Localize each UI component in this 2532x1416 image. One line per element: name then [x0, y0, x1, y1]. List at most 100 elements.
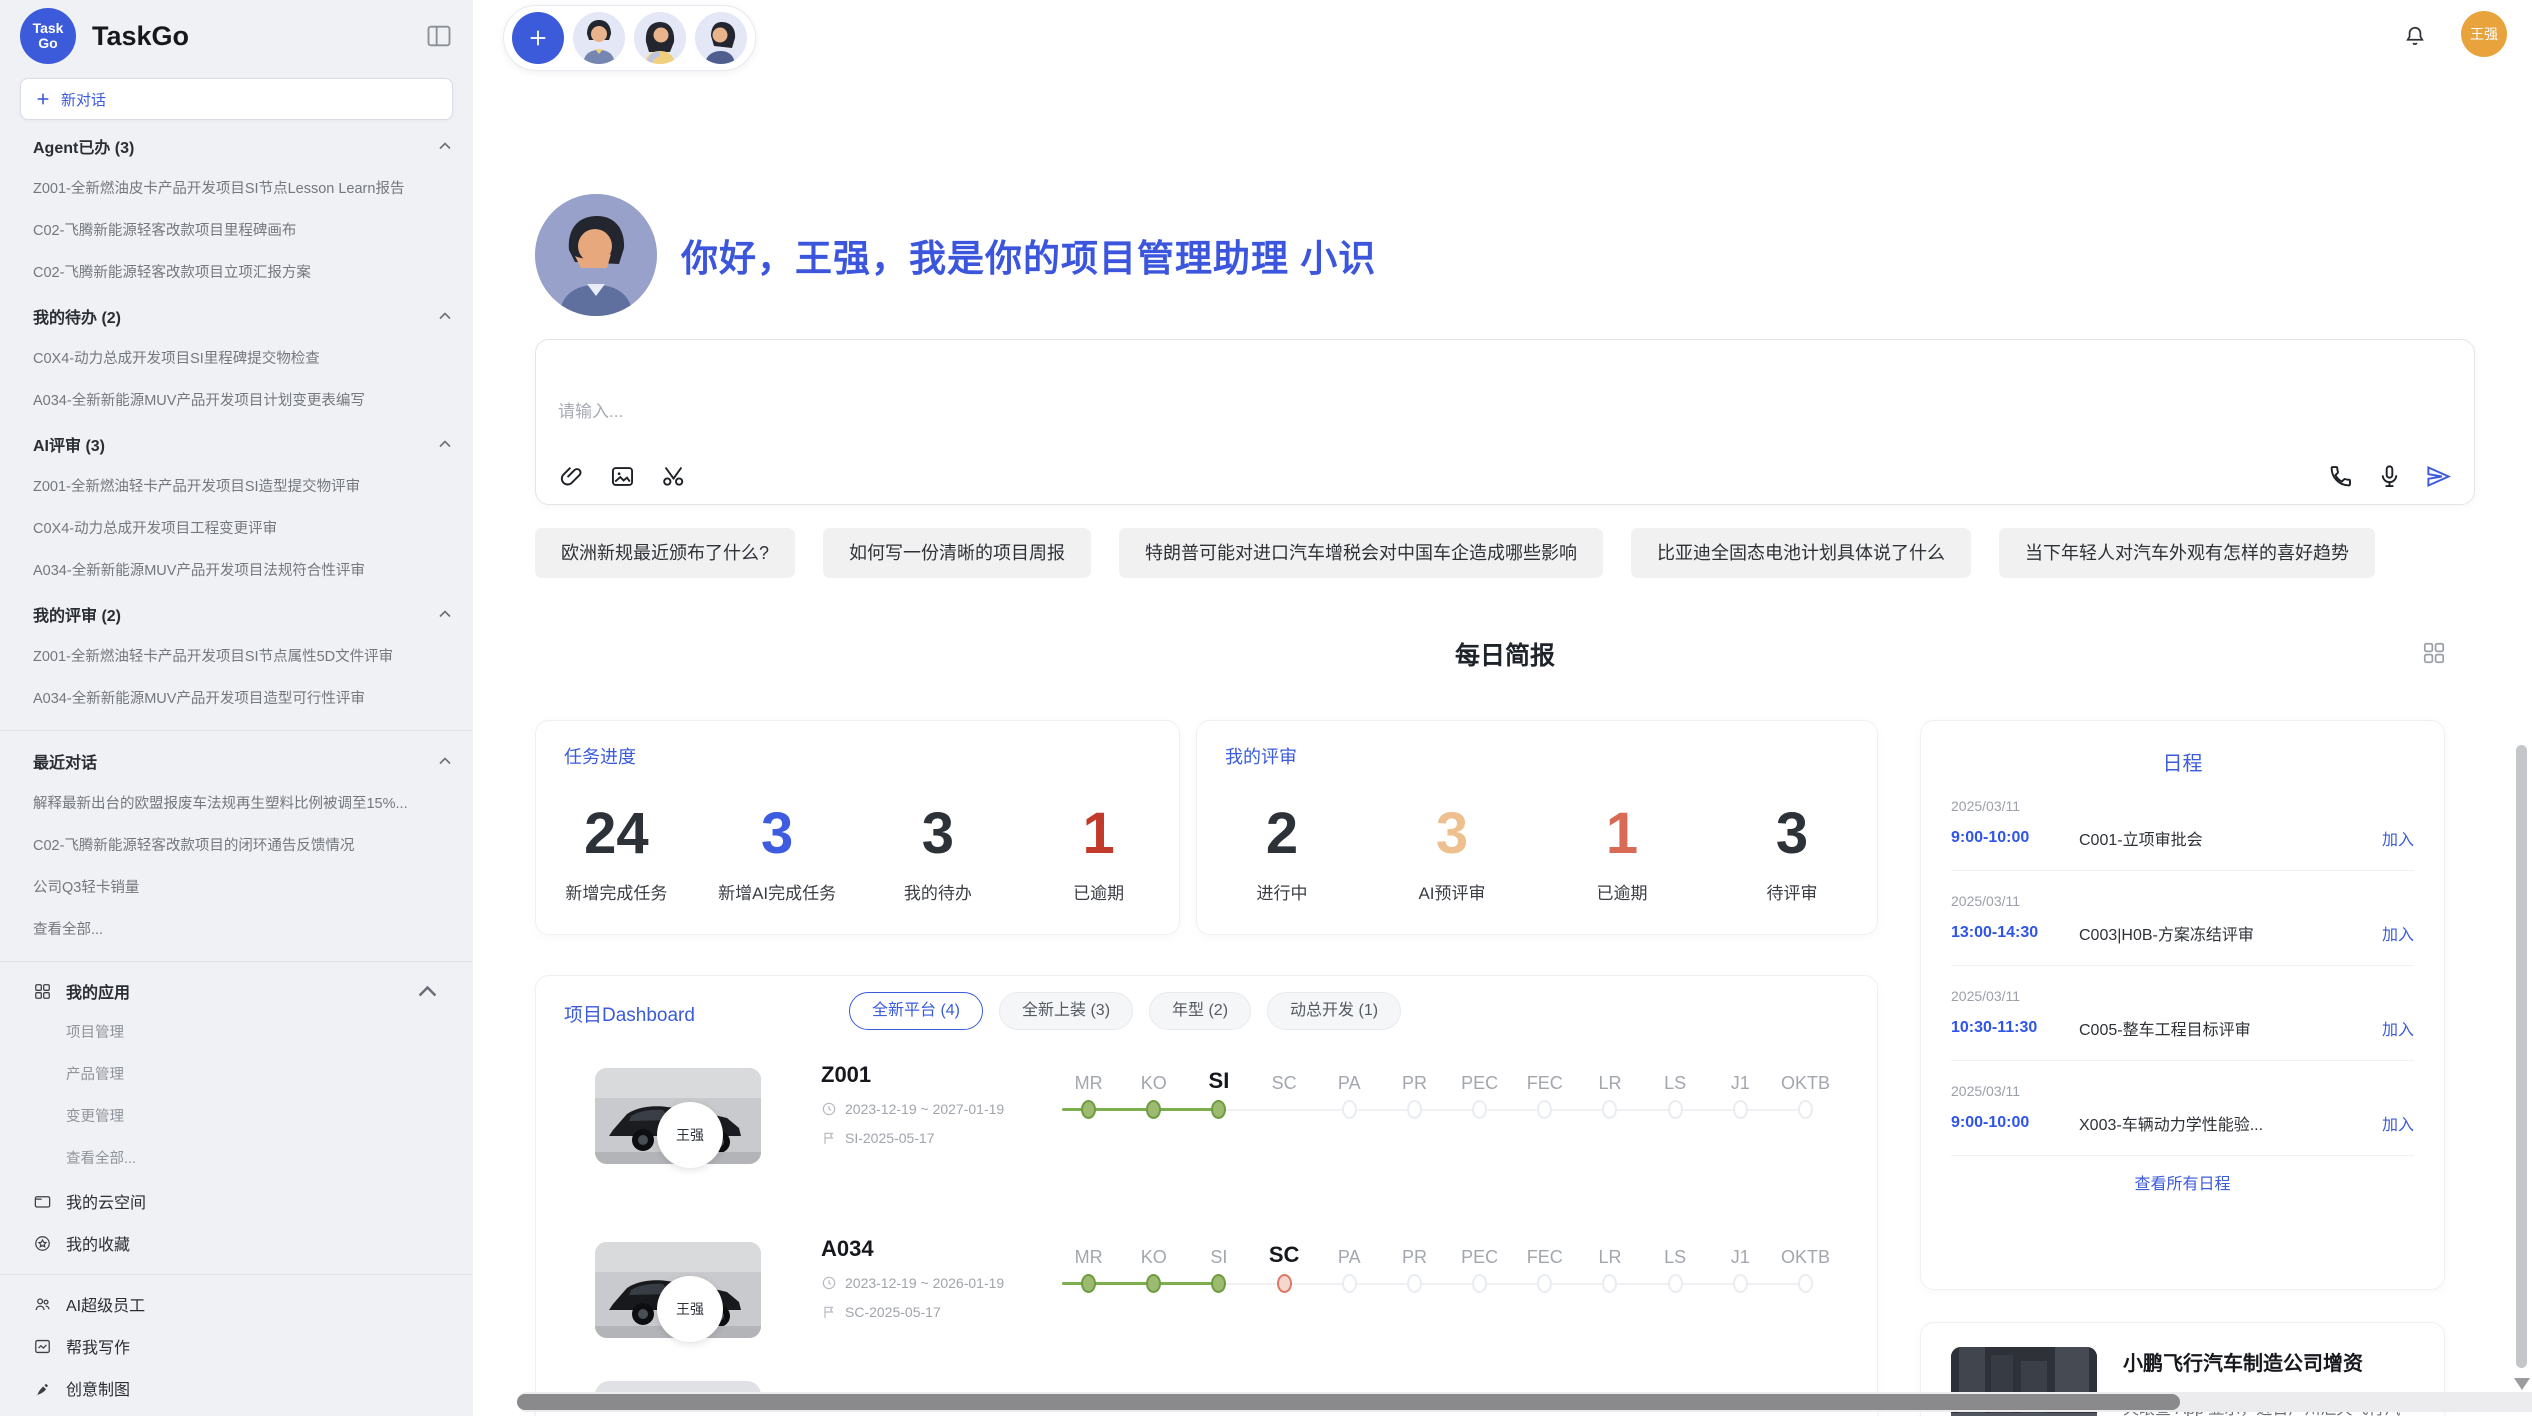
project-dates: 2023-12-19 ~ 2026-01-19 — [821, 1275, 1004, 1291]
agent-avatar-icon[interactable] — [573, 12, 625, 64]
task-item[interactable]: C0X4-动力总成开发项目SI里程碑提交物检查 — [0, 338, 473, 380]
task-item[interactable]: C02-飞腾新能源轻客改款项目里程碑画布 — [0, 210, 473, 252]
collapse-sidebar-icon[interactable] — [425, 22, 453, 50]
card-title: 我的评审 — [1225, 743, 1297, 769]
image-icon[interactable] — [609, 463, 636, 490]
join-button[interactable]: 加入 — [2382, 826, 2414, 850]
tab-platform[interactable]: 全新平台 (4) — [849, 992, 983, 1030]
milestone-dot — [1668, 1100, 1683, 1119]
greeting-text: 你好，王强，我是你的项目管理助理 小识 — [681, 228, 1376, 282]
task-item[interactable]: C02-飞腾新能源轻客改款项目立项汇报方案 — [0, 252, 473, 294]
view-all-chats[interactable]: 查看全部... — [0, 909, 473, 951]
scroll-down-arrow-icon[interactable] — [2514, 1378, 2530, 1390]
vertical-scrollbar-thumb[interactable] — [2516, 745, 2527, 1368]
section-my-review[interactable]: 我的评审 (2) — [0, 592, 473, 636]
milestone-dot — [1211, 1274, 1226, 1293]
sidebar-item-cloud-space[interactable]: 我的云空间 — [0, 1180, 473, 1222]
schedule-event: 2025/03/11 13:00-14:30 C003|H0B-方案冻结评审 加… — [1951, 871, 2414, 966]
task-item[interactable]: Z001-全新燃油轻卡产品开发项目SI造型提交物评审 — [0, 466, 473, 508]
suggestion-chip[interactable]: 特朗普可能对进口汽车增税会对中国车企造成哪些影响 — [1119, 528, 1603, 578]
app-item-project-mgmt[interactable]: 项目管理 — [0, 1012, 473, 1054]
milestone-dot — [1668, 1274, 1683, 1293]
project-owner-badge: 王强 — [657, 1102, 723, 1168]
milestone-dot — [1602, 1274, 1617, 1293]
join-button[interactable]: 加入 — [2382, 1111, 2414, 1135]
project-flag-milestone: SC-2025-05-17 — [821, 1304, 1004, 1320]
suggestion-chip[interactable]: 比亚迪全固态电池计划具体说了什么 — [1631, 528, 1971, 578]
sidebar-item-favorites[interactable]: 我的收藏 — [0, 1222, 473, 1264]
suggestion-chip[interactable]: 当下年轻人对汽车外观有怎样的喜好趋势 — [1999, 528, 2375, 578]
chevron-up-icon — [439, 610, 451, 618]
attachment-icon[interactable] — [558, 463, 585, 490]
task-item[interactable]: A034-全新新能源MUV产品开发项目造型可行性评审 — [0, 678, 473, 720]
stat: 24 新增完成任务 — [536, 775, 697, 934]
stat: 3 我的待办 — [858, 775, 1019, 934]
milestone-dot — [1407, 1100, 1422, 1119]
add-agent-button[interactable] — [512, 12, 564, 64]
task-item[interactable]: A034-全新新能源MUV产品开发项目法规符合性评审 — [0, 550, 473, 592]
pen-icon — [33, 1379, 52, 1398]
scissors-icon[interactable] — [660, 463, 687, 490]
recent-chat-item[interactable]: C02-飞腾新能源轻客改款项目的闭环通告反馈情况 — [0, 825, 473, 867]
app-item-product-mgmt[interactable]: 产品管理 — [0, 1054, 473, 1096]
user-avatar[interactable]: 王强 — [2461, 11, 2507, 57]
view-all-schedule[interactable]: 查看所有日程 — [1951, 1170, 2414, 1194]
milestone-dot — [1798, 1100, 1813, 1119]
project-dashboard-card: 项目Dashboard 全新平台 (4) 全新上装 (3) 年型 (2) 动总开… — [535, 975, 1878, 1416]
tab-upfit[interactable]: 全新上装 (3) — [999, 992, 1133, 1030]
section-recent-chats[interactable]: 最近对话 — [0, 739, 473, 783]
chat-input[interactable] — [558, 402, 1958, 422]
notifications-bell-icon[interactable] — [2402, 24, 2428, 50]
task-item[interactable]: C0X4-动力总成开发项目工程变更评审 — [0, 508, 473, 550]
milestone-dot — [1537, 1100, 1552, 1119]
task-item[interactable]: A034-全新新能源MUV产品开发项目计划变更表编写 — [0, 380, 473, 422]
sidebar-item-my-apps[interactable]: 我的应用 — [0, 970, 473, 1012]
milestone-dot — [1081, 1274, 1096, 1293]
dashboard-title: 项目Dashboard — [564, 1000, 695, 1027]
milestone-dot — [1472, 1274, 1487, 1293]
stat: 3 AI预评审 — [1367, 775, 1537, 934]
project-row[interactable]: 王强 A034 2023-12-19 ~ 2026-01-19 SC-2025-… — [536, 1228, 1877, 1378]
tab-powertrain[interactable]: 动总开发 (1) — [1267, 992, 1401, 1030]
suggestion-chip[interactable]: 欧洲新规最近颁布了什么? — [535, 528, 795, 578]
stat: 2 进行中 — [1197, 775, 1367, 934]
my-review-card: 我的评审 2 进行中 3 AI预评审 1 已逾期 3 待评审 — [1196, 720, 1878, 935]
view-all-apps[interactable]: 查看全部... — [0, 1138, 473, 1180]
schedule-title: 日程 — [1951, 747, 2414, 776]
suggestion-chip[interactable]: 如何写一份清晰的项目周报 — [823, 528, 1091, 578]
section-agent-done[interactable]: Agent已办 (3) — [0, 124, 473, 168]
tab-model-year[interactable]: 年型 (2) — [1149, 992, 1251, 1030]
section-ai-review[interactable]: AI评审 (3) — [0, 422, 473, 466]
section-my-todo[interactable]: 我的待办 (2) — [0, 294, 473, 338]
recent-chat-item[interactable]: 公司Q3轻卡销量 — [0, 867, 473, 909]
milestone-dot — [1277, 1274, 1292, 1293]
sidebar-item-ai-super-staff[interactable]: AI超级员工 — [0, 1283, 473, 1325]
layout-grid-icon[interactable] — [2421, 640, 2447, 666]
horizontal-scrollbar-thumb[interactable] — [517, 1394, 2180, 1410]
schedule-event: 2025/03/11 9:00-10:00 X003-车辆动力学性能验... 加… — [1951, 1061, 2414, 1156]
phone-icon[interactable] — [2327, 463, 2354, 490]
divider — [0, 961, 473, 962]
mic-icon[interactable] — [2376, 463, 2403, 490]
send-icon[interactable] — [2425, 463, 2452, 490]
task-item[interactable]: Z001-全新燃油轻卡产品开发项目SI节点属性5D文件评审 — [0, 636, 473, 678]
project-owner-badge: 王强 — [657, 1276, 723, 1342]
horizontal-scrollbar[interactable] — [517, 1392, 2532, 1412]
new-chat-button[interactable]: 新对话 — [20, 78, 453, 120]
agent-avatar-icon[interactable] — [634, 12, 686, 64]
project-name: A034 — [821, 1236, 1004, 1262]
app-item-change-mgmt[interactable]: 变更管理 — [0, 1096, 473, 1138]
join-button[interactable]: 加入 — [2382, 1016, 2414, 1040]
milestone-dot — [1733, 1274, 1748, 1293]
recent-chat-item[interactable]: 解释最新出台的欧盟报废车法规再生塑料比例被调至15%... — [0, 783, 473, 825]
people-icon — [33, 1295, 52, 1314]
milestone-dot — [1342, 1274, 1357, 1293]
project-row[interactable]: 王强 Z001 2023-12-19 ~ 2027-01-19 SI-2025-… — [536, 1054, 1877, 1204]
task-item[interactable]: Z001-全新燃油皮卡产品开发项目SI节点Lesson Learn报告 — [0, 168, 473, 210]
join-button[interactable]: 加入 — [2382, 921, 2414, 945]
app-logo: Task Go — [20, 8, 76, 64]
sidebar-item-creative-drawing[interactable]: 创意制图 — [0, 1367, 473, 1409]
sidebar-item-help-me-write[interactable]: 帮我写作 — [0, 1325, 473, 1367]
agent-avatar-icon[interactable] — [695, 12, 747, 64]
schedule-event: 2025/03/11 10:30-11:30 C005-整车工程目标评审 加入 — [1951, 966, 2414, 1061]
